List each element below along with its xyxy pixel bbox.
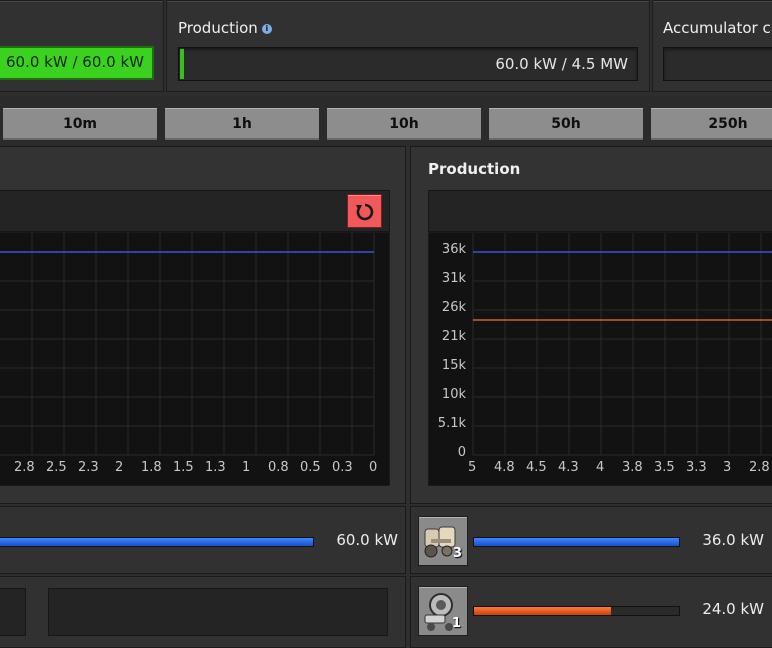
- turbine-count: 1: [451, 616, 461, 631]
- right-graph-title: Production: [428, 160, 521, 178]
- tab-50h[interactable]: 50h: [488, 107, 644, 141]
- production-fill: [180, 49, 184, 79]
- x-tick: 1: [242, 460, 251, 475]
- right-graph-header: [428, 190, 772, 232]
- accumulator-label: Accumulator ch: [663, 19, 772, 37]
- turbine-bar-fill: [474, 607, 612, 615]
- left-row-2-slot-b: [48, 588, 388, 636]
- x-tick: 4.5: [526, 460, 547, 475]
- x-tick: 2.8: [14, 460, 35, 475]
- y-tick: 5.1k: [437, 416, 466, 431]
- x-tick: 0.8: [268, 460, 289, 475]
- x-tick: 3.5: [654, 460, 675, 475]
- left-graph-header: [0, 190, 390, 232]
- left-row-1-bar: [0, 537, 314, 547]
- y-tick: 10k: [441, 387, 466, 402]
- y-tick: 26k: [441, 300, 466, 315]
- turbine-slot[interactable]: 1: [418, 586, 468, 636]
- right-x-ticks: 5 4.8 4.5 4.3 4 3.8 3.5 3.3 3 2.8: [428, 460, 772, 476]
- accumulator-bar: [663, 47, 772, 81]
- left-graph-svg: [0, 233, 375, 456]
- info-icon[interactable]: i: [261, 23, 272, 34]
- x-tick: 2.3: [78, 460, 99, 475]
- steam-engine-bar-fill: [474, 538, 679, 546]
- y-tick: 0: [457, 445, 466, 460]
- left-row-1-bar-fill: [0, 538, 313, 546]
- y-tick: 15k: [441, 358, 466, 373]
- tab-10h[interactable]: 10h: [326, 107, 482, 141]
- x-tick: 0.5: [300, 460, 321, 475]
- steam-engine-bar: [473, 537, 680, 547]
- left-row-1-value: 60.0 kW: [336, 531, 398, 549]
- tab-1h[interactable]: 1h: [164, 107, 320, 141]
- x-tick: 1.8: [141, 460, 162, 475]
- y-tick: 21k: [441, 329, 466, 344]
- turbine-value: 24.0 kW: [702, 600, 764, 618]
- x-tick: 4: [596, 460, 605, 475]
- x-tick: 3.3: [686, 460, 707, 475]
- reset-icon: [355, 203, 373, 221]
- x-tick: 1.3: [205, 460, 226, 475]
- x-tick: 2.5: [46, 460, 67, 475]
- turbine-bar: [473, 606, 680, 616]
- right-y-ticks: 36k 31k 26k 21k 15k 10k 5.1k 0: [428, 232, 470, 462]
- x-tick: 0.3: [332, 460, 353, 475]
- production-total-bar: 60.0 kW / 4.5 MW: [178, 47, 638, 81]
- tab-250h[interactable]: 250h: [650, 107, 772, 141]
- y-tick: 36k: [441, 242, 466, 257]
- x-tick: 4.8: [494, 460, 515, 475]
- left-graph-grid: [0, 233, 375, 456]
- x-tick: 0: [369, 460, 378, 475]
- x-tick: 5: [468, 460, 477, 475]
- right-graph-svg: [472, 233, 772, 456]
- steam-engine-slot[interactable]: 3: [418, 516, 468, 566]
- tab-10m[interactable]: 10m: [2, 107, 158, 141]
- reset-zoom-button[interactable]: [347, 194, 382, 228]
- production-label: Production i: [178, 19, 272, 37]
- right-graph-grid: [472, 233, 772, 456]
- left-x-ticks: 2.8 2.5 2.3 2 1.8 1.5 1.3 1 0.8 0.5 0.3 …: [0, 460, 394, 476]
- x-tick: 3: [723, 460, 732, 475]
- x-tick: 3.8: [622, 460, 643, 475]
- left-graph-plot: [0, 232, 390, 486]
- y-tick: 31k: [441, 271, 466, 286]
- x-tick: 1.5: [173, 460, 194, 475]
- consumption-value: 60.0 kW / 60.0 kW: [0, 46, 154, 80]
- x-tick: 2: [115, 460, 124, 475]
- steam-engine-count: 3: [452, 546, 462, 561]
- left-row-2-slot-a: [0, 588, 26, 636]
- right-graph-plot: [428, 232, 772, 486]
- x-tick: 4.3: [558, 460, 579, 475]
- steam-engine-value: 36.0 kW: [702, 531, 764, 549]
- x-tick: 2.8: [749, 460, 770, 475]
